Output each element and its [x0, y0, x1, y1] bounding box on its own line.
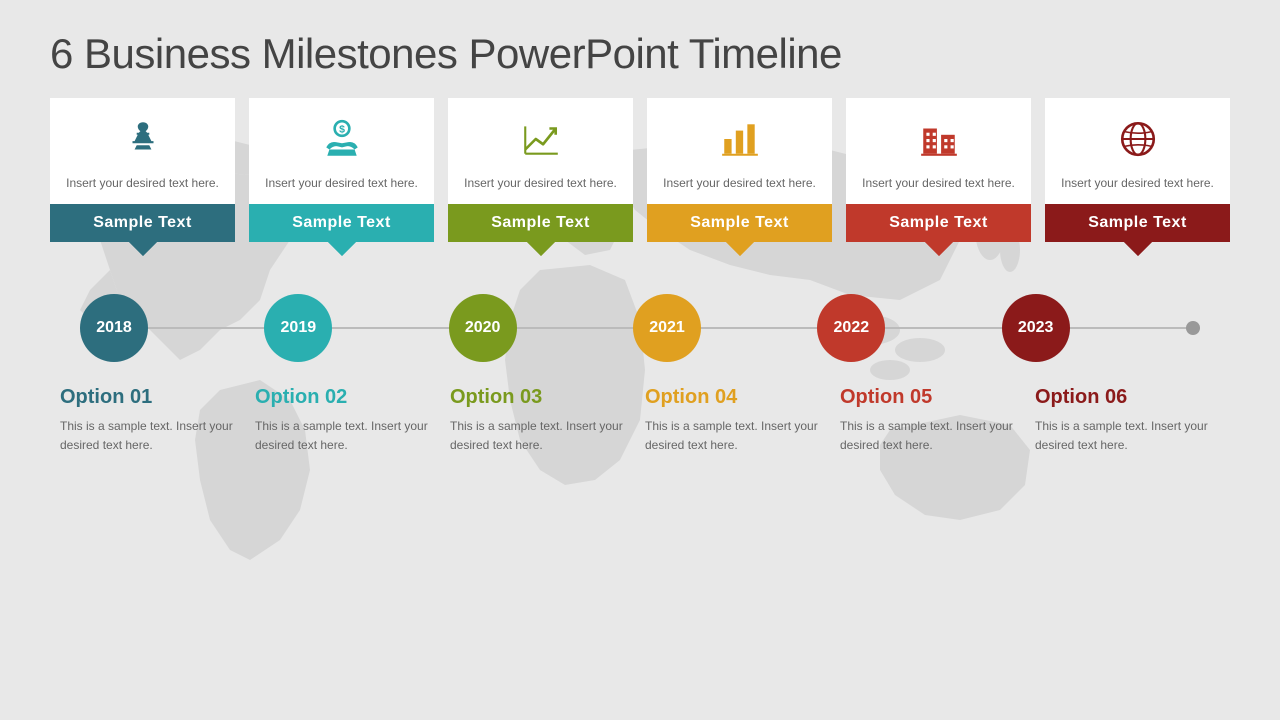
option-title-3: Option 03 [450, 386, 635, 409]
money-hand-icon: $ [321, 114, 363, 164]
milestone-card-3: Insert your desired text here. Sample Te… [448, 98, 633, 242]
timeline-row: 2018 2019 2020 2021 2022 2023 [50, 294, 1230, 362]
card-text-4: Insert your desired text here. [663, 174, 816, 192]
card-label-1: Sample Text [50, 204, 235, 242]
milestone-card-2: $ Insert your desired text here. Sample … [249, 98, 434, 242]
option-text-6: This is a sample text. Insert your desir… [1035, 417, 1220, 455]
option-text-3: This is a sample text. Insert your desir… [450, 417, 635, 455]
slide: 6 Business Milestones PowerPoint Timelin… [0, 0, 1280, 720]
card-label-4: Sample Text [647, 204, 832, 242]
option-item-1: Option 01 This is a sample text. Insert … [60, 386, 245, 455]
chess-icon [122, 114, 164, 164]
option-item-3: Option 03 This is a sample text. Insert … [450, 386, 635, 455]
option-text-1: This is a sample text. Insert your desir… [60, 417, 245, 455]
option-item-4: Option 04 This is a sample text. Insert … [645, 386, 830, 455]
card-text-2: Insert your desired text here. [265, 174, 418, 192]
option-text-2: This is a sample text. Insert your desir… [255, 417, 440, 455]
option-title-2: Option 02 [255, 386, 440, 409]
option-item-6: Option 06 This is a sample text. Insert … [1035, 386, 1220, 455]
chart-up-icon [520, 114, 562, 164]
card-label-6: Sample Text [1045, 204, 1230, 242]
svg-text:$: $ [339, 124, 345, 136]
card-label-3: Sample Text [448, 204, 633, 242]
timeline-node-2021: 2021 [633, 294, 701, 362]
timeline-node-2018: 2018 [80, 294, 148, 362]
option-title-6: Option 06 [1035, 386, 1220, 409]
milestone-card-1: Insert your desired text here. Sample Te… [50, 98, 235, 242]
milestone-card-5: Insert your desired text here. Sample Te… [846, 98, 1031, 242]
bar-chart-icon [719, 114, 761, 164]
timeline-node-2022: 2022 [817, 294, 885, 362]
option-title-4: Option 04 [645, 386, 830, 409]
card-label-5: Sample Text [846, 204, 1031, 242]
option-title-1: Option 01 [60, 386, 245, 409]
option-item-5: Option 05 This is a sample text. Insert … [840, 386, 1025, 455]
card-label-2: Sample Text [249, 204, 434, 242]
timeline-node-2023: 2023 [1002, 294, 1070, 362]
card-text-5: Insert your desired text here. [862, 174, 1015, 192]
option-text-4: This is a sample text. Insert your desir… [645, 417, 830, 455]
card-text-3: Insert your desired text here. [464, 174, 617, 192]
option-text-5: This is a sample text. Insert your desir… [840, 417, 1025, 455]
option-title-5: Option 05 [840, 386, 1025, 409]
timeline-end-dot [1186, 321, 1200, 335]
options-row: Option 01 This is a sample text. Insert … [50, 386, 1230, 455]
building-icon [918, 114, 960, 164]
option-item-2: Option 02 This is a sample text. Insert … [255, 386, 440, 455]
card-text-1: Insert your desired text here. [66, 174, 219, 192]
milestone-card-4: Insert your desired text here. Sample Te… [647, 98, 832, 242]
timeline-node-2019: 2019 [264, 294, 332, 362]
globe-icon [1117, 114, 1159, 164]
card-text-6: Insert your desired text here. [1061, 174, 1214, 192]
page-title: 6 Business Milestones PowerPoint Timelin… [50, 30, 1230, 78]
milestone-card-6: Insert your desired text here. Sample Te… [1045, 98, 1230, 242]
cards-container: Insert your desired text here. Sample Te… [50, 98, 1230, 242]
timeline-node-2020: 2020 [449, 294, 517, 362]
